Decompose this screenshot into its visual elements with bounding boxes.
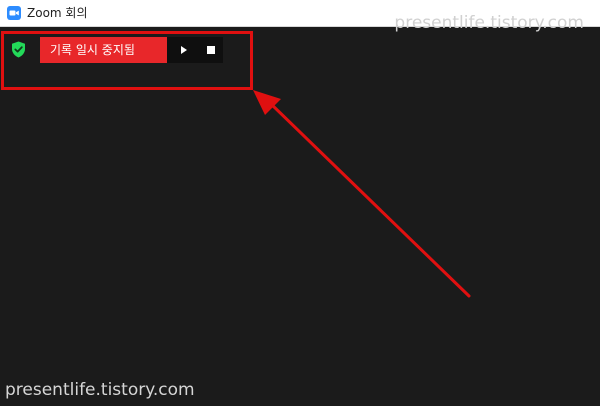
watermark-top: presentlife.tistory.com — [394, 13, 584, 33]
annotation-highlight-box — [1, 31, 253, 90]
zoom-meeting-window: Zoom 회의 presentlife.tistory.com 기록 일시 중지… — [0, 0, 600, 406]
window-title: Zoom 회의 — [27, 6, 88, 20]
zoom-video-camera-icon — [7, 6, 21, 20]
watermark-bottom: presentlife.tistory.com — [5, 380, 195, 400]
